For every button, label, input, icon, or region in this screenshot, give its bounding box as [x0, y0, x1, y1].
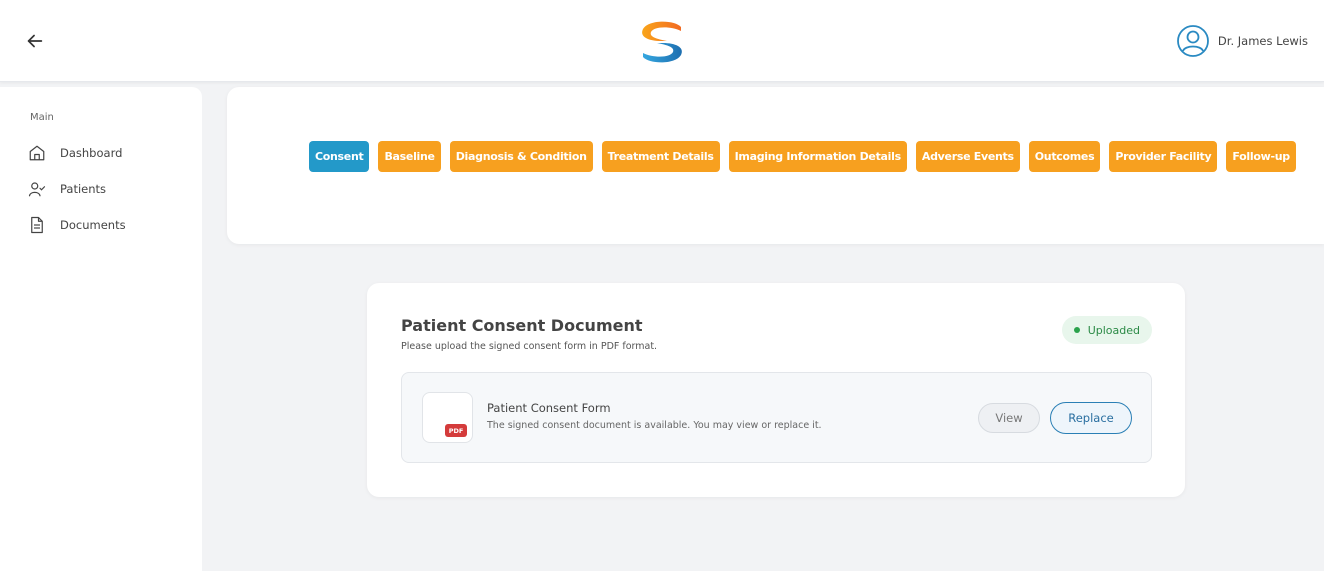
sidebar-item-label: Documents	[60, 218, 126, 232]
pdf-file-icon: PDF	[422, 392, 473, 443]
consent-subtitle: Please upload the signed consent form in…	[401, 341, 658, 352]
tab-diagnosis-condition[interactable]: Diagnosis & Condition	[449, 141, 593, 172]
user-check-icon	[28, 182, 46, 197]
tabs-card: Consent Baseline Diagnosis & Condition T…	[227, 87, 1324, 244]
step-tabs: Consent Baseline Diagnosis & Condition T…	[309, 141, 1296, 172]
file-name: Patient Consent Form	[487, 401, 611, 415]
status-badge: Uploaded	[1061, 316, 1152, 344]
sidebar-item-label: Patients	[60, 182, 107, 196]
user-circle-icon	[1177, 25, 1209, 57]
sidebar-item-patients[interactable]: Patients	[28, 180, 106, 198]
user-name: Dr. James Lewis	[1217, 34, 1308, 48]
back-arrow-icon[interactable]	[24, 30, 46, 52]
sidebar-item-documents[interactable]: Documents	[28, 216, 126, 234]
tab-outcomes[interactable]: Outcomes	[1028, 141, 1101, 172]
tab-provider-facility[interactable]: Provider Facility	[1109, 141, 1218, 172]
app-header: Dr. James Lewis	[0, 0, 1324, 82]
pdf-badge: PDF	[445, 424, 467, 437]
tab-follow-up[interactable]: Follow-up	[1226, 141, 1296, 172]
tab-imaging-information-details[interactable]: Imaging Information Details	[728, 141, 907, 172]
tab-consent[interactable]: Consent	[309, 141, 370, 172]
sidebar-item-label: Dashboard	[60, 146, 123, 160]
document-icon	[31, 216, 43, 234]
view-button[interactable]: View	[978, 403, 1040, 433]
replace-button[interactable]: Replace	[1050, 402, 1132, 434]
sidebar-section-label: Main	[30, 112, 54, 123]
home-icon	[29, 145, 45, 161]
sidebar-item-dashboard[interactable]: Dashboard	[28, 144, 122, 162]
status-label: Uploaded	[1087, 323, 1140, 337]
tab-baseline[interactable]: Baseline	[378, 141, 441, 172]
brand-logo	[642, 21, 682, 63]
user-profile[interactable]: Dr. James Lewis	[1176, 24, 1308, 58]
status-dot-icon	[1073, 327, 1080, 333]
tab-treatment-details[interactable]: Treatment Details	[601, 141, 720, 172]
file-row: PDF Patient Consent Form The signed cons…	[401, 372, 1152, 463]
consent-title: Patient Consent Document	[401, 316, 643, 335]
tab-adverse-events[interactable]: Adverse Events	[915, 141, 1020, 172]
sidebar: Main Dashboard Patients Documents	[0, 87, 202, 571]
consent-card: Patient Consent Document Please upload t…	[367, 283, 1185, 497]
file-description: The signed consent document is available…	[487, 420, 822, 431]
